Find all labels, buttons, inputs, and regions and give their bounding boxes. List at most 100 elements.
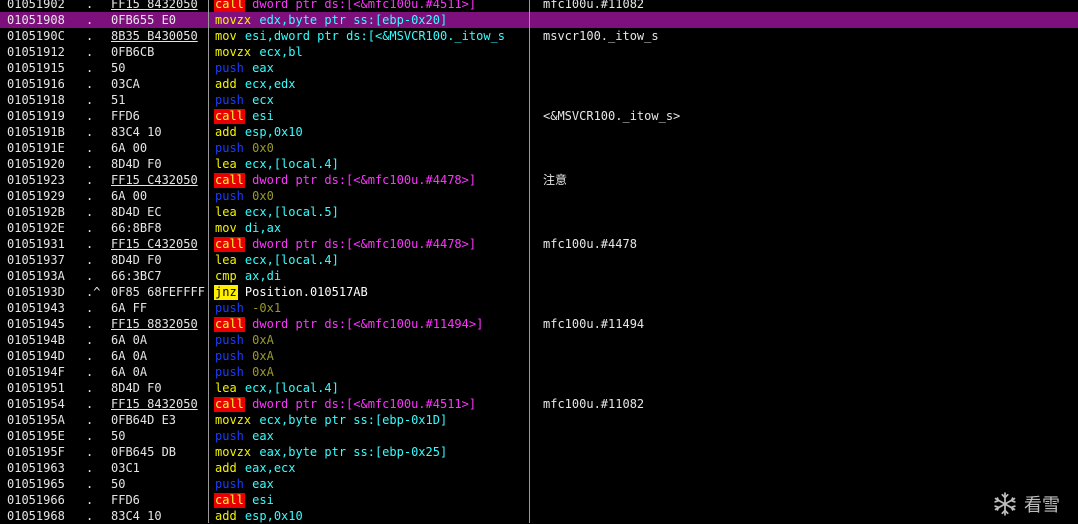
row-marker: . [86,205,94,219]
disasm-row[interactable]: 01051902. FF15 8432050 call dword ptr ds:[… [0,0,1078,12]
instruction-operand: ecx,[local.5] [244,205,339,219]
hex-bytes-text: 8B35 B430050 [111,29,198,43]
row-marker: . [86,29,94,43]
instruction-mnemonic: push [215,349,244,363]
row-instruction: call dword ptr ds:[<&mfc100u.#4511>] [214,396,528,412]
row-instruction: call esi [214,108,528,124]
hex-bytes-text: 6A FF [111,301,148,315]
hex-bytes-text: 0FB64D E3 [111,413,177,427]
disasm-row[interactable]: 01051929. 6A 00 push 0x0 [0,188,1078,204]
instruction-mnemonic: call [214,173,245,188]
disasm-row[interactable]: 0105192E. 66:8BF8 mov di,ax [0,220,1078,236]
row-hex-bytes: 66:8BF8 [111,220,208,236]
row-hex-bytes: 66:3BC7 [111,268,208,284]
row-marker: . [86,221,94,235]
hex-bytes-text: 03C1 [111,461,140,475]
row-hex-bytes: 0FB64D E3 [111,412,208,428]
disasm-row[interactable]: 01051931. FF15 C432050 call dword ptr ds:[… [0,236,1078,252]
disasm-row[interactable]: 0105195F. 0FB645 DB movzx eax,byte ptr ss:… [0,444,1078,460]
row-comment [543,76,983,92]
disasm-row[interactable]: 01051915. 50 push eax [0,60,1078,76]
disasm-row[interactable]: 01051923. FF15 C432050 call dword ptr ds:[… [0,172,1078,188]
row-address: 01051920 [7,157,65,171]
instruction-mnemonic: movzx [215,413,252,427]
instruction-operand: 0x0 [252,141,274,155]
row-marker: . [86,93,94,107]
instruction-operand: -0x1 [252,301,282,315]
disasm-row[interactable]: 01051951. 8D4D F0 lea ecx,[local.4] [0,380,1078,396]
row-address: 0105191B [7,125,65,139]
row-comment [543,44,983,60]
disasm-row[interactable]: 0105194B. 6A 0A push 0xA [0,332,1078,348]
row-hex-bytes: 0FB645 DB [111,444,208,460]
hex-bytes-text: FF15 8432050 [111,397,198,411]
instruction-mnemonic: add [215,461,237,475]
disasm-row[interactable]: 0105194F. 6A 0A push 0xA [0,364,1078,380]
disasm-row[interactable]: 01051954. FF15 8432050 call dword ptr ds:[… [0,396,1078,412]
disasm-row[interactable]: 0105194D. 6A 0A push 0xA [0,348,1078,364]
instruction-mnemonic: movzx [215,445,252,459]
row-hex-bytes: 6A 0A [111,332,208,348]
row-marker: . [86,429,94,443]
instruction-operand: esi [252,109,274,123]
instruction-operand: eax [252,477,274,491]
row-comment [543,252,983,268]
row-comment: mfc100u.#11494 [543,317,645,331]
instruction-mnemonic: add [215,125,237,139]
disasm-row[interactable]: 0105193D .^ 0F85 68FEFFFF jnz Position.0105… [0,284,1078,300]
row-address: 01051919 [7,109,65,123]
row-hex-bytes: 8B35 B430050 [111,28,208,44]
row-address: 0105193A [7,269,65,283]
row-hex-bytes: FF15 C432050 [111,236,208,252]
disasm-row[interactable]: 01051963. 03C1 add eax,ecx [0,460,1078,476]
disasm-row[interactable]: 0105191B. 83C4 10 add esp,0x10 [0,124,1078,140]
disasm-row[interactable]: 0105191E. 6A 00 push 0x0 [0,140,1078,156]
disasm-row[interactable]: 01051918. 51 push ecx [0,92,1078,108]
disasm-row[interactable]: 0105192B. 8D4D EC lea ecx,[local.5] [0,204,1078,220]
instruction-operand: dword ptr ds:[<&mfc100u.#4511>] [252,397,477,411]
disasm-row[interactable]: 0105190C. 8B35 B430050 mov esi,dword ptr d… [0,28,1078,44]
row-instruction: movzx edx,byte ptr ss:[ebp-0x20] [214,12,528,28]
disasm-row[interactable]: 0105195E. 50 push eax [0,428,1078,444]
row-hex-bytes: 0F85 68FEFFFF [111,284,208,300]
disasm-row[interactable]: 01051912. 0FB6CB movzx ecx,bl [0,44,1078,60]
instruction-mnemonic: add [215,77,237,91]
column-separator-comment[interactable] [529,0,530,523]
instruction-mnemonic: lea [215,253,237,267]
disasm-row[interactable]: 01051919. FFD6 call esi <&MSVCR100._itow_s> [0,108,1078,124]
disasm-row[interactable]: 01051968. 83C4 10 add esp,0x10 [0,508,1078,524]
instruction-mnemonic: push [215,477,244,491]
column-separator-hex[interactable] [208,0,209,523]
row-marker: . [86,109,94,123]
row-marker: . [86,445,94,459]
row-instruction: mov esi,dword ptr ds:[<&MSVCR100._itow_s [214,28,528,44]
disasm-row[interactable]: 01051916. 03CA add ecx,edx [0,76,1078,92]
row-address: 0105192E [7,221,65,235]
row-hex-bytes: FF15 C432050 [111,172,208,188]
row-hex-bytes: 6A FF [111,300,208,316]
disasm-row[interactable]: 01051920. 8D4D F0 lea ecx,[local.4] [0,156,1078,172]
disasm-row[interactable]: 0105195A. 0FB64D E3 movzx ecx,byte ptr ss:… [0,412,1078,428]
disasm-row[interactable]: 0105193A. 66:3BC7 cmp ax,di [0,268,1078,284]
instruction-operand: dword ptr ds:[<&mfc100u.#11494>] [252,317,484,331]
row-comment: <&MSVCR100._itow_s> [543,109,681,123]
row-instruction: lea ecx,[local.4] [214,252,528,268]
row-hex-bytes: 6A 00 [111,188,208,204]
row-address: 01051929 [7,189,65,203]
watermark-logo: 看雪 [992,491,1060,517]
row-instruction: add eax,ecx [214,460,528,476]
disasm-row[interactable]: 01051965. 50 push eax [0,476,1078,492]
disasm-row[interactable]: 01051943. 6A FF push -0x1 [0,300,1078,316]
row-address: 01051916 [7,77,65,91]
row-comment [543,188,983,204]
disasm-row[interactable]: 01051908. 0FB655 E0 movzx edx,byte ptr ss:… [0,12,1078,28]
row-marker: . [86,461,94,475]
disasm-row[interactable]: 01051945. FF15 8832050 call dword ptr ds:[… [0,316,1078,332]
disasm-row[interactable]: 01051937. 8D4D F0 lea ecx,[local.4] [0,252,1078,268]
row-instruction: cmp ax,di [214,268,528,284]
instruction-mnemonic: call [214,493,245,508]
row-comment [543,268,983,284]
row-address: 0105194F [7,365,65,379]
disasm-row[interactable]: 01051966. FFD6 call esi [0,492,1078,508]
hex-bytes-text: 51 [111,93,126,107]
